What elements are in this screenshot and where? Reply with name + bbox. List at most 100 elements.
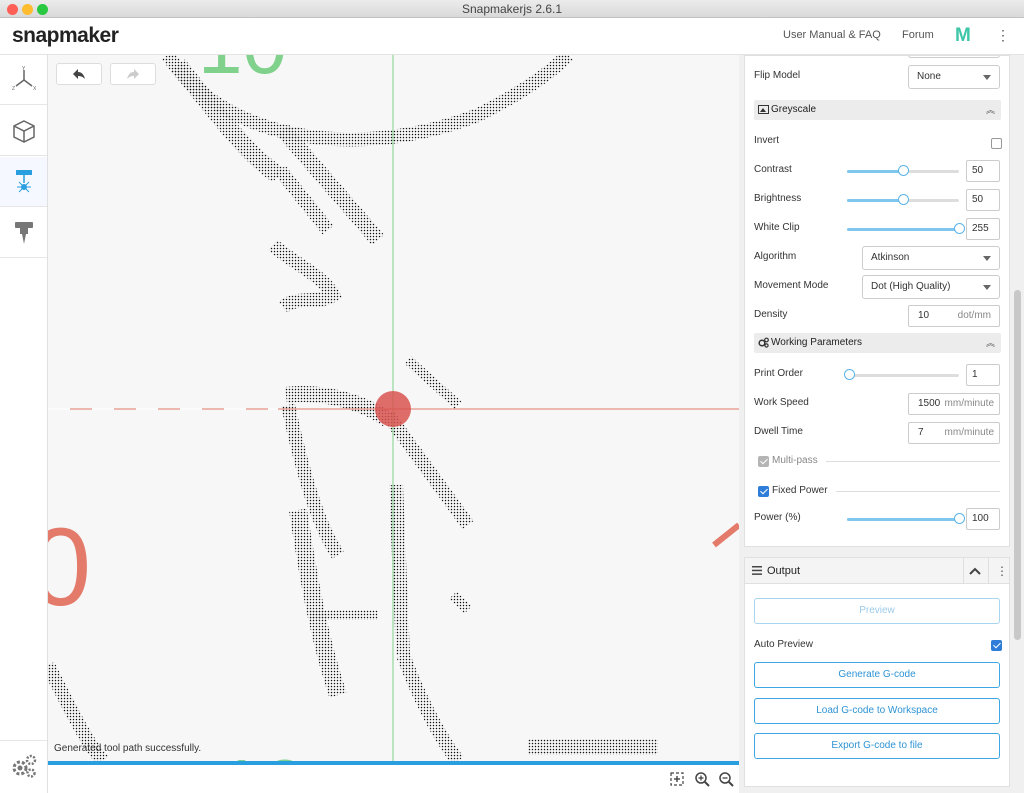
divider	[836, 491, 1000, 492]
contrast-label: Contrast	[754, 164, 792, 175]
power-input[interactable]: 100	[966, 508, 1000, 530]
svg-text:Y: Y	[22, 66, 26, 72]
close-window-button[interactable]	[7, 4, 18, 15]
work-speed-row: Work Speed 1500 mm/minute	[754, 392, 1002, 416]
forum-link[interactable]: Forum	[902, 29, 934, 41]
algorithm-label: Algorithm	[754, 251, 797, 262]
flip-model-select[interactable]: None	[908, 65, 1000, 89]
hamburger-icon[interactable]	[752, 566, 762, 575]
redo-button[interactable]	[110, 63, 156, 85]
gear-icon	[12, 754, 36, 778]
density-label: Density	[754, 309, 788, 320]
divider	[963, 558, 964, 584]
working-parameters-section-header[interactable]: Working Parameters ︽	[754, 333, 1001, 353]
contrast-input[interactable]: 50	[966, 160, 1000, 182]
sidebar-item-cnc[interactable]	[0, 208, 47, 258]
gears-icon	[758, 337, 769, 348]
invert-checkbox[interactable]	[991, 138, 1002, 149]
movement-mode-select[interactable]: Dot (High Quality)	[862, 275, 1000, 299]
axis-label-top: 10	[198, 55, 287, 90]
print-order-label: Print Order	[754, 368, 803, 379]
dwell-time-row: Dwell Time 7 mm/minute	[754, 421, 1002, 445]
laser-icon	[15, 169, 32, 192]
greyscale-section-header[interactable]: Greyscale ︽	[754, 100, 1001, 120]
axis-label-bottom: 10	[218, 743, 307, 761]
flip-model-row: Flip Model None	[754, 65, 1002, 89]
settings-scrollbar[interactable]	[1014, 290, 1021, 640]
cnc-icon	[14, 221, 33, 244]
dwell-time-value: 7	[918, 427, 924, 438]
brightness-label: Brightness	[754, 193, 802, 204]
density-input[interactable]: 10 dot/mm	[908, 305, 1000, 327]
print-order-slider[interactable]	[844, 368, 959, 382]
zoom-in-icon[interactable]	[694, 771, 710, 787]
multi-pass-checkbox[interactable]	[758, 456, 769, 467]
output-panel-header: Output ⋮	[745, 558, 1009, 584]
fixed-power-label: Fixed Power	[772, 485, 828, 496]
chevron-down-icon	[983, 256, 991, 261]
work-speed-input[interactable]: 1500 mm/minute	[908, 393, 1000, 415]
density-unit: dot/mm	[957, 310, 991, 321]
status-message: Generated tool path successfully.	[54, 743, 202, 754]
snapmaker-logo: snapmaker	[12, 24, 119, 47]
laser-settings-panel: Flip Model None Greyscale ︽ Invert Contr…	[744, 55, 1010, 547]
contrast-row: Contrast 50	[754, 159, 1002, 183]
work-speed-label: Work Speed	[754, 397, 809, 408]
minimize-window-button[interactable]	[22, 4, 33, 15]
chevron-down-icon	[983, 285, 991, 290]
cube-icon	[12, 119, 35, 143]
chevron-double-up-icon: ︽	[985, 105, 995, 115]
print-order-row: Print Order 1	[754, 363, 1002, 387]
white-clip-label: White Clip	[754, 222, 800, 233]
auto-preview-checkbox[interactable]	[991, 640, 1002, 651]
zoom-out-icon[interactable]	[718, 771, 734, 787]
brightness-row: Brightness 50	[754, 188, 1002, 212]
white-clip-row: White Clip 255	[754, 217, 1002, 241]
fit-to-view-icon[interactable]	[669, 771, 685, 787]
contrast-slider[interactable]	[847, 164, 959, 178]
preview-button[interactable]: Preview	[754, 598, 1000, 624]
user-manual-link[interactable]: User Manual & FAQ	[783, 29, 881, 41]
power-slider[interactable]	[847, 512, 965, 526]
undo-button[interactable]	[56, 63, 102, 85]
flip-model-value: None	[917, 71, 941, 82]
left-sidebar: Y Z X	[0, 55, 48, 793]
load-gcode-button[interactable]: Load G-code to Workspace	[754, 698, 1000, 724]
white-clip-slider[interactable]	[847, 222, 965, 236]
brightness-input[interactable]: 50	[966, 189, 1000, 211]
algorithm-value: Atkinson	[871, 252, 910, 263]
sidebar-item-3dp[interactable]	[0, 106, 47, 156]
window-title: Snapmakerjs 2.6.1	[461, 2, 563, 16]
sidebar-item-settings[interactable]	[0, 740, 47, 790]
generate-gcode-button[interactable]: Generate G-code	[754, 662, 1000, 688]
work-speed-unit: mm/minute	[944, 398, 994, 409]
power-label: Power (%)	[754, 512, 801, 523]
export-gcode-button[interactable]: Export G-code to file	[754, 733, 1000, 759]
fixed-power-checkbox[interactable]	[758, 486, 769, 497]
sidebar-item-laser[interactable]	[0, 157, 47, 207]
power-row: Power (%) 100	[754, 507, 1002, 531]
print-order-input[interactable]: 1	[966, 364, 1000, 386]
multi-pass-label: Multi-pass	[772, 455, 818, 466]
output-menu-icon[interactable]: ⋮	[996, 564, 1008, 578]
divider	[826, 461, 1000, 462]
work-speed-value: 1500	[918, 398, 941, 409]
redo-icon	[127, 69, 139, 79]
brand-m-icon[interactable]: M	[955, 25, 971, 47]
dwell-time-input[interactable]: 7 mm/minute	[908, 422, 1000, 444]
canvas-bottom-toolbar	[48, 765, 739, 793]
laser-workspace-canvas[interactable]: 10 0 10 Generated tool path successfully	[48, 55, 739, 761]
density-row: Density 10 dot/mm	[754, 304, 1002, 328]
chevron-double-up-icon: ︽	[985, 338, 995, 348]
brightness-slider[interactable]	[847, 193, 959, 207]
algorithm-select[interactable]: Atkinson	[862, 246, 1000, 270]
white-clip-input[interactable]: 255	[966, 218, 1000, 240]
sidebar-item-workspace[interactable]: Y Z X	[0, 55, 47, 105]
toolpath-preview: 10 0 10	[48, 55, 739, 761]
chevron-up-icon[interactable]	[969, 566, 981, 576]
chevron-down-icon	[983, 75, 991, 80]
output-title: Output	[767, 565, 801, 577]
more-menu-icon[interactable]: ⋮	[996, 27, 1010, 44]
multi-pass-row: Multi-pass	[754, 450, 1002, 474]
maximize-window-button[interactable]	[37, 4, 48, 15]
